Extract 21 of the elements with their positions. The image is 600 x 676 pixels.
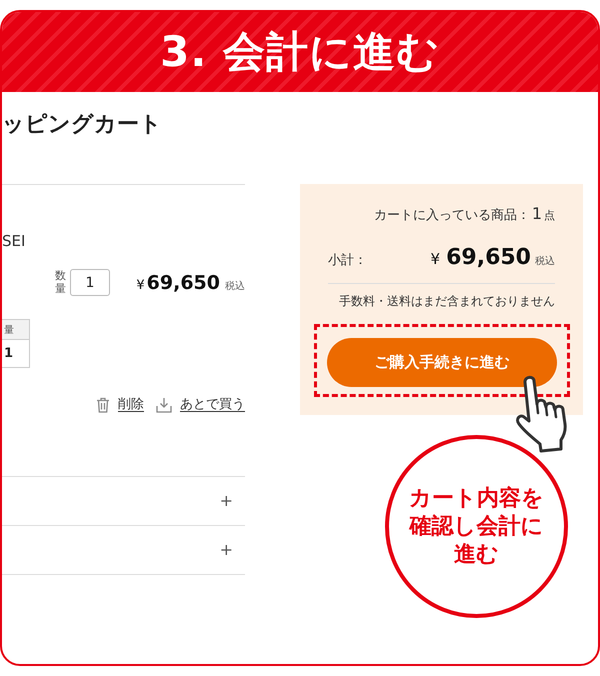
page-heading: ッピングカート <box>2 111 162 139</box>
product-name: SEI <box>2 231 26 251</box>
tax-note: 税込 <box>535 254 555 268</box>
tax-note: 税込 <box>225 280 245 292</box>
cart-item-count: カートに入っている商品：1 点 <box>372 204 555 225</box>
download-icon[interactable] <box>156 397 172 413</box>
fee-note: 手数料・送料はまだ含まれておりません <box>338 293 555 310</box>
subtotal-label: 小計： <box>328 252 367 269</box>
action-link[interactable]: あとで買う <box>180 396 245 414</box>
trash-icon[interactable] <box>96 397 110 413</box>
action-link[interactable]: 削除 <box>118 396 144 414</box>
table-cell: 1 <box>2 340 30 368</box>
banner-title: 3. 会計に進む <box>160 26 440 78</box>
item-price: ¥69,650 <box>136 272 220 294</box>
expand-toggle[interactable]: + <box>220 541 233 559</box>
subtotal-price: ¥ 69,650 <box>430 244 531 272</box>
expand-toggle[interactable]: + <box>220 492 233 510</box>
table-header-cell: 量 <box>2 320 30 340</box>
quantity-label: 数量 <box>55 270 66 295</box>
callout-text: カート内容を確認し会計に進む <box>408 484 545 568</box>
quantity-input[interactable]: 1 <box>70 269 110 296</box>
